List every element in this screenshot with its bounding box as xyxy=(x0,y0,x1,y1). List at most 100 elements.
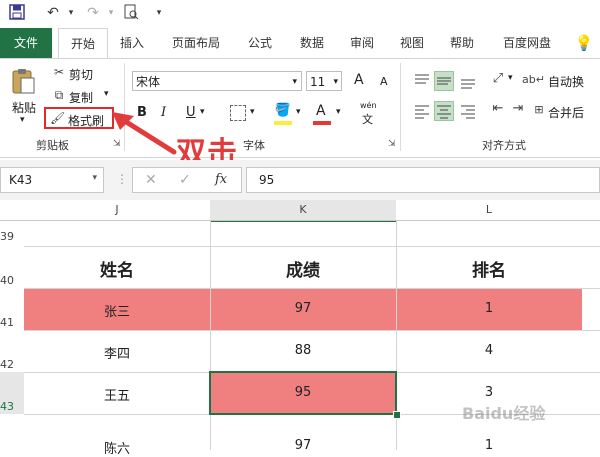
name-box[interactable]: K43 ▾ xyxy=(0,167,104,193)
wrap-text-icon: ab↵ xyxy=(522,73,545,86)
fill-color-swatch xyxy=(274,121,292,125)
tab-view[interactable]: 视图 xyxy=(392,28,432,58)
align-bottom-icon[interactable] xyxy=(458,71,478,91)
align-left-icon[interactable] xyxy=(412,101,432,121)
row-header-42[interactable]: 42 xyxy=(0,358,24,371)
undo-icon[interactable]: ↶ xyxy=(44,4,62,22)
align-top-icon[interactable] xyxy=(412,71,432,91)
cell-j42[interactable]: 李四 xyxy=(24,343,210,362)
cell-j40[interactable]: 姓名 xyxy=(24,256,210,281)
tab-home[interactable]: 开始 xyxy=(58,28,108,59)
tab-data[interactable]: 数据 xyxy=(292,28,332,58)
tab-baidu-netdisk[interactable]: 百度网盘 xyxy=(494,28,560,58)
copy-dropdown-icon[interactable]: ▾ xyxy=(104,89,109,99)
column-header-j[interactable]: J xyxy=(24,200,210,221)
cell-l43[interactable]: 3 xyxy=(396,385,582,400)
spreadsheet-grid: J K L 39 40 41 42 43 姓名 成绩 排名 张三 97 1 李四… xyxy=(0,200,600,457)
row-header-40[interactable]: 40 xyxy=(0,274,24,287)
clipboard-group-label: 剪贴板 xyxy=(36,139,69,152)
cell-j41[interactable]: 张三 xyxy=(24,301,210,320)
fill-color-dropdown-icon[interactable]: ▾ xyxy=(296,107,301,117)
row-header-39[interactable]: 39 xyxy=(0,230,24,243)
cancel-icon[interactable]: ✕ xyxy=(145,172,157,188)
customize-qat-icon[interactable]: ▾ xyxy=(150,4,168,22)
tab-page-layout[interactable]: 页面布局 xyxy=(164,28,228,58)
cut-button[interactable]: 剪切 xyxy=(69,66,93,83)
cell-k44[interactable]: 97 xyxy=(210,438,396,453)
save-icon[interactable] xyxy=(8,4,26,22)
underline-button[interactable]: U xyxy=(186,105,196,120)
paste-button[interactable]: 粘贴 xyxy=(12,99,36,116)
tab-help[interactable]: 帮助 xyxy=(442,28,482,58)
borders-dropdown-icon[interactable]: ▾ xyxy=(250,107,255,117)
font-group-label: 字体 xyxy=(243,139,265,152)
font-name-select[interactable]: 宋体 ▾ xyxy=(132,71,302,91)
font-color-dropdown-icon[interactable]: ▾ xyxy=(336,107,341,117)
format-painter-button[interactable]: 格式刷 xyxy=(68,112,104,129)
row-header-43[interactable]: 43 xyxy=(0,400,24,413)
gridline xyxy=(24,330,600,331)
cell-j44[interactable]: 陈六 xyxy=(24,438,210,457)
cell-k41[interactable]: 97 xyxy=(210,301,396,316)
tab-formulas[interactable]: 公式 xyxy=(240,28,280,58)
font-size-select[interactable]: 11 ▾ xyxy=(306,71,342,91)
insert-function-button[interactable]: fx xyxy=(215,172,227,187)
cell-l42[interactable]: 4 xyxy=(396,343,582,358)
align-center-icon[interactable] xyxy=(434,101,454,121)
font-launcher-icon[interactable]: ⇲ xyxy=(388,139,396,149)
print-preview-icon[interactable] xyxy=(122,4,140,22)
paste-dropdown-icon[interactable]: ▾ xyxy=(20,115,25,125)
tab-review[interactable]: 审阅 xyxy=(342,28,382,58)
merge-center-icon: ⊞ xyxy=(534,103,544,116)
undo-dropdown-icon[interactable]: ▾ xyxy=(62,4,80,22)
scissors-icon: ✂ xyxy=(53,65,65,79)
cell-k42[interactable]: 88 xyxy=(210,343,396,358)
decrease-indent-icon[interactable]: ⇤ xyxy=(488,101,508,116)
align-middle-icon[interactable] xyxy=(434,71,454,91)
font-name-value: 宋体 xyxy=(136,75,161,89)
quick-access-toolbar: ↶ ▾ ↷ ▾ ▾ xyxy=(0,0,600,28)
cell-k40[interactable]: 成绩 xyxy=(210,256,396,281)
underline-dropdown-icon[interactable]: ▾ xyxy=(200,107,205,117)
font-color-button[interactable]: A xyxy=(316,103,326,119)
paintbrush-icon: 🖌 xyxy=(50,111,66,125)
phonetic-guide-button[interactable]: 文 xyxy=(362,111,373,127)
align-right-icon[interactable] xyxy=(458,101,478,121)
cell-l44[interactable]: 1 xyxy=(396,438,582,453)
tab-file[interactable]: 文件 xyxy=(0,28,52,58)
formula-input[interactable]: 95 xyxy=(246,167,600,193)
phonetic-top-label[interactable]: wén xyxy=(360,101,377,110)
lightbulb-icon[interactable]: 💡 xyxy=(574,28,594,58)
column-header-l[interactable]: L xyxy=(396,200,582,221)
active-cell-border xyxy=(209,371,397,415)
orientation-dropdown-icon[interactable]: ▾ xyxy=(508,73,513,83)
copy-icon: ⧉ xyxy=(54,88,64,102)
column-header-k[interactable]: K xyxy=(210,200,396,222)
tab-insert[interactable]: 插入 xyxy=(112,28,152,58)
row-header-41[interactable]: 41 xyxy=(0,316,24,329)
redo-dropdown-icon[interactable]: ▾ xyxy=(102,4,120,22)
fill-handle[interactable] xyxy=(393,411,401,419)
borders-icon[interactable] xyxy=(230,105,246,121)
increase-indent-icon[interactable]: ⇥ xyxy=(508,101,528,116)
ribbon-home: 粘贴 ▾ ✂ 剪切 ⧉ 复制 ▾ 🖌 格式刷 剪贴板 ⇲ 宋体 ▾ 11 ▾ A… xyxy=(0,58,600,158)
copy-button[interactable]: 复制 xyxy=(69,89,93,106)
decrease-font-size-button[interactable]: A xyxy=(380,75,388,88)
font-color-swatch xyxy=(313,121,331,125)
chevron-down-icon: ▾ xyxy=(92,173,97,183)
cell-l40[interactable]: 排名 xyxy=(396,256,582,281)
gridline xyxy=(24,288,600,289)
orientation-icon[interactable]: ⤢ xyxy=(488,71,508,86)
annotation-arrow-icon xyxy=(112,112,177,155)
increase-font-size-button[interactable]: A xyxy=(354,72,364,88)
fill-color-icon[interactable]: 🪣 xyxy=(274,103,292,118)
paste-icon[interactable] xyxy=(10,67,36,95)
formula-value: 95 xyxy=(259,173,275,187)
redo-icon[interactable]: ↷ xyxy=(84,4,102,22)
cell-l41[interactable]: 1 xyxy=(396,301,582,316)
wrap-text-button[interactable]: 自动换 xyxy=(548,73,584,90)
formula-bar: K43 ▾ ⋮ ✕ ✓ fx 95 xyxy=(0,160,600,200)
enter-icon[interactable]: ✓ xyxy=(179,172,191,188)
cell-j43[interactable]: 王五 xyxy=(24,385,210,404)
merge-center-button[interactable]: 合并后 xyxy=(548,104,584,121)
